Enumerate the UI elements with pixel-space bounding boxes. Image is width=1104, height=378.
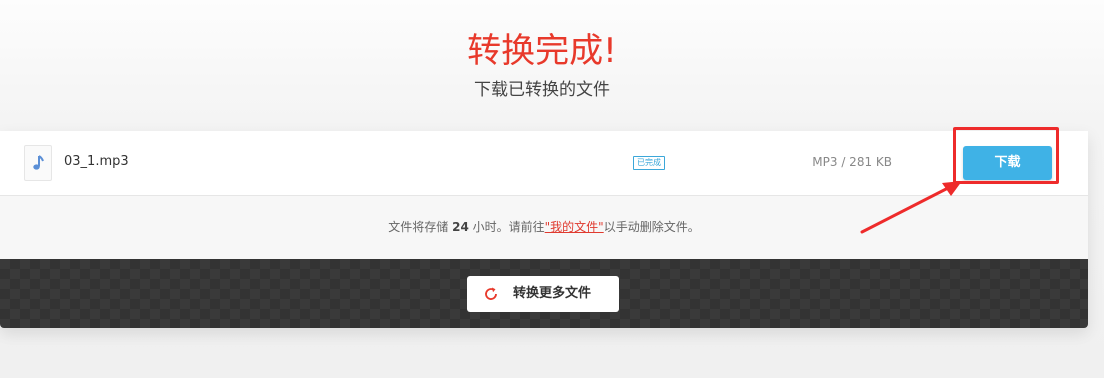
music-note-icon <box>24 145 52 181</box>
file-format-size: MP3 / 281 KB <box>812 155 892 169</box>
convert-more-button[interactable]: 转换更多文件 <box>467 276 619 312</box>
notice-suffix: 以手动删除文件。 <box>603 220 700 234</box>
notice-middle: 小时。请前往 <box>472 220 545 234</box>
convert-more-label: 转换更多文件 <box>513 286 592 301</box>
annotation-arrow <box>860 181 962 234</box>
refresh-icon <box>485 287 497 300</box>
page-subtitle: 下载已转换的文件 <box>474 80 610 100</box>
page-title: 转换完成! <box>467 31 617 71</box>
bottom-action-bar: 转换更多文件 <box>0 259 1088 328</box>
file-name: 03_1.mp3 <box>64 154 129 169</box>
notice-prefix: 文件将存储 <box>388 220 449 234</box>
status-badge: 已完成 <box>633 156 665 170</box>
notice-hours: 24 <box>452 220 469 234</box>
my-files-link[interactable]: "我的文件" <box>545 220 604 234</box>
